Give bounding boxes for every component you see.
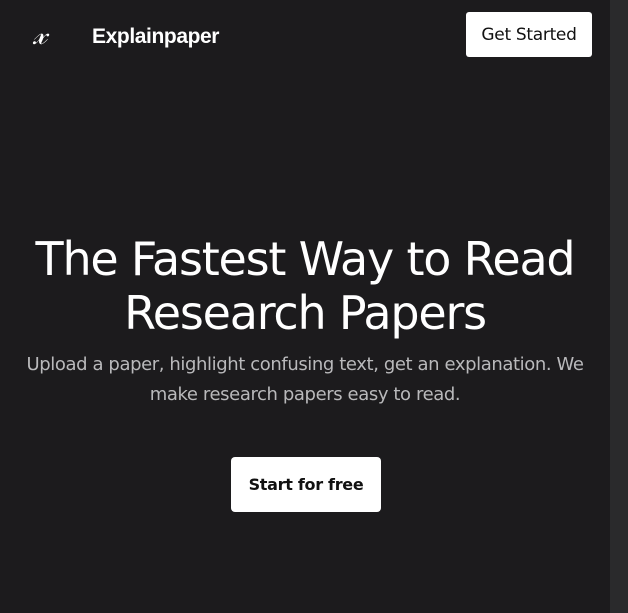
hero-subtitle: Upload a paper, highlight confusing text… [26,354,584,405]
get-started-button[interactable]: Get Started [466,12,592,57]
vertical-scrollbar[interactable] [610,0,628,613]
hero-section: The Fastest Way to Read Research Papers … [0,232,610,410]
hero-title: The Fastest Way to Read Research Papers [35,232,576,340]
brand-name[interactable]: Explainpaper [92,24,219,50]
landing-page: 𝓍 Explainpaper Get Started The Fastest W… [0,0,610,613]
start-for-free-button[interactable]: Start for free [231,457,381,512]
italic-x-icon[interactable]: 𝓍 [33,18,47,52]
